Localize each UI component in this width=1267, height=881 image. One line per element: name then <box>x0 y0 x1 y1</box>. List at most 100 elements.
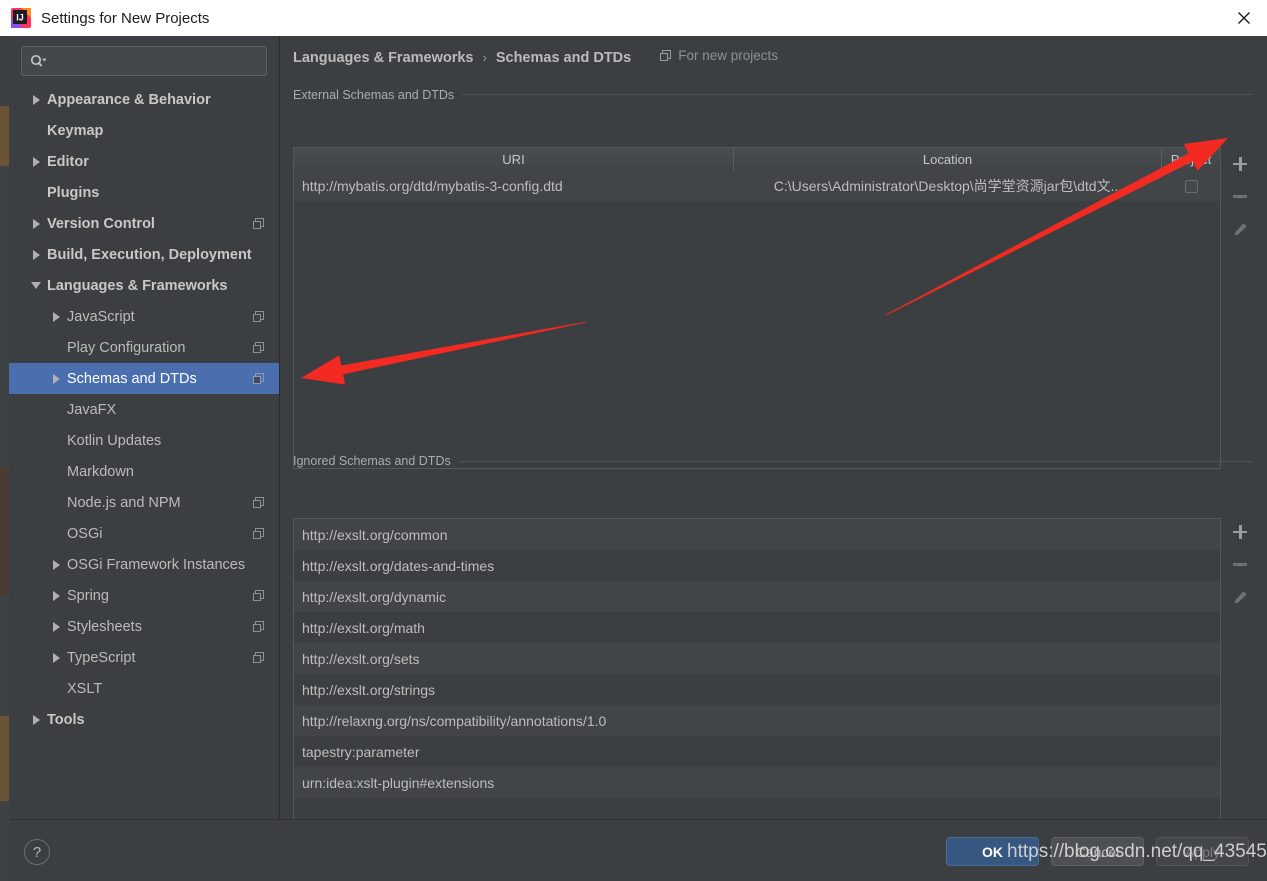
plus-icon <box>1233 156 1247 171</box>
sidebar-item-appearance-behavior[interactable]: Appearance & Behavior <box>9 84 279 115</box>
chevron-down-icon[interactable] <box>29 279 43 293</box>
group-divider <box>458 460 1253 462</box>
list-item[interactable]: http://exslt.org/strings <box>294 674 1220 705</box>
list-item[interactable]: http://exslt.org/math <box>294 612 1220 643</box>
chevron-right-icon[interactable] <box>49 310 63 324</box>
chevron-right-icon[interactable] <box>29 217 43 231</box>
list-item[interactable]: http://exslt.org/dates-and-times <box>294 550 1220 581</box>
sidebar-item-editor[interactable]: Editor <box>9 146 279 177</box>
chevron-right-icon[interactable] <box>29 155 43 169</box>
sidebar-item-typescript[interactable]: TypeScript <box>9 642 279 673</box>
external-schemas-toolbar <box>1226 147 1254 246</box>
sidebar-item-label: Build, Execution, Deployment <box>47 246 252 263</box>
column-header-uri[interactable]: URI <box>294 148 734 171</box>
sidebar-item-stylesheets[interactable]: Stylesheets <box>9 611 279 642</box>
twisty-placeholder <box>49 682 63 696</box>
twisty-placeholder <box>29 186 43 200</box>
sidebar-item-keymap[interactable]: Keymap <box>9 115 279 146</box>
sidebar-item-osgi-framework-instances[interactable]: OSGi Framework Instances <box>9 549 279 580</box>
project-checkbox[interactable] <box>1184 179 1198 193</box>
edit-ignored-schema-button[interactable] <box>1226 581 1254 614</box>
edit-external-schema-button[interactable] <box>1226 213 1254 246</box>
sidebar-item-spring[interactable]: Spring <box>9 580 279 611</box>
pencil-icon <box>1233 222 1248 237</box>
ignored-schemas-list: http://exslt.org/common http://exslt.org/… <box>293 518 1221 829</box>
list-item[interactable]: urn:idea:xslt-plugin#extensions <box>294 767 1220 798</box>
sidebar-item-osgi[interactable]: OSGi <box>9 518 279 549</box>
sidebar-item-markdown[interactable]: Markdown <box>9 456 279 487</box>
minus-icon <box>1233 195 1247 198</box>
chevron-right-icon[interactable] <box>49 589 63 603</box>
settings-main-panel: Languages & Frameworks › Schemas and DTD… <box>281 36 1267 829</box>
settings-tree: Appearance & Behavior Keymap Editor Plugins… <box>9 84 279 735</box>
remove-ignored-schema-button[interactable] <box>1226 548 1254 581</box>
column-header-location[interactable]: Location <box>734 148 1162 171</box>
copy-scope-icon <box>253 620 265 633</box>
sidebar-item-version-control[interactable]: Version Control <box>9 208 279 239</box>
breadcrumb-separator-icon: › <box>482 49 487 65</box>
chevron-right-icon[interactable] <box>49 620 63 634</box>
add-external-schema-button[interactable] <box>1226 147 1254 180</box>
sidebar-item-label: Editor <box>47 153 89 170</box>
search-input[interactable] <box>51 53 258 69</box>
chevron-right-icon[interactable] <box>49 558 63 572</box>
sidebar-item-label: Kotlin Updates <box>67 432 162 449</box>
scope-label: For new projects <box>678 48 779 63</box>
ignored-schemas-group-title: Ignored Schemas and DTDs <box>293 454 451 468</box>
sidebar-item-label: Languages & Frameworks <box>47 277 228 294</box>
sidebar-item-schemas-and-dtds[interactable]: Schemas and DTDs <box>9 363 279 394</box>
external-schemas-group-title: External Schemas and DTDs <box>293 87 455 102</box>
sidebar-item-node-js-and-npm[interactable]: Node.js and NPM <box>9 487 279 518</box>
window-title: Settings for New Projects <box>41 9 210 27</box>
twisty-placeholder <box>49 434 63 448</box>
sidebar-item-languages-frameworks[interactable]: Languages & Frameworks <box>9 270 279 301</box>
close-icon[interactable] <box>1221 0 1267 36</box>
ignored-schemas-toolbar <box>1226 515 1254 614</box>
external-schemas-table: URI Location Project http://mybatis.org/… <box>293 147 1221 469</box>
chevron-right-icon[interactable] <box>29 93 43 107</box>
sidebar-item-javafx[interactable]: JavaFX <box>9 394 279 425</box>
table-row[interactable]: http://mybatis.org/dtd/mybatis-3-config.… <box>294 171 1220 201</box>
sidebar-item-tools[interactable]: Tools <box>9 704 279 735</box>
sidebar-item-build-execution-deployment[interactable]: Build, Execution, Deployment <box>9 239 279 270</box>
sidebar-item-play-configuration[interactable]: Play Configuration <box>9 332 279 363</box>
sidebar-item-javascript[interactable]: JavaScript <box>9 301 279 332</box>
ignored-schema-label: http://exslt.org/dynamic <box>302 588 446 605</box>
copy-scope-icon <box>660 49 672 62</box>
settings-dialog: IJ Settings for New Projects Appearance … <box>0 0 1267 881</box>
ignored-schema-label: http://exslt.org/sets <box>302 650 420 667</box>
copy-scope-icon <box>253 372 265 385</box>
list-item[interactable]: tapestry:parameter <box>294 736 1220 767</box>
cell-project[interactable] <box>1162 171 1220 201</box>
help-button[interactable]: ? <box>24 839 50 865</box>
list-item[interactable]: http://relaxng.org/ns/compatibility/anno… <box>294 705 1220 736</box>
ignored-schemas-group-header: Ignored Schemas and DTDs <box>293 454 1253 468</box>
scope-indicator: For new projects <box>660 48 778 63</box>
chevron-right-icon[interactable] <box>49 372 63 386</box>
search-box[interactable] <box>21 46 267 76</box>
chevron-right-icon[interactable] <box>49 651 63 665</box>
twisty-placeholder <box>49 341 63 355</box>
breadcrumb-parent[interactable]: Languages & Frameworks <box>293 50 474 66</box>
sidebar-item-label: OSGi Framework Instances <box>67 556 246 573</box>
copy-scope-icon <box>253 310 265 323</box>
cell-uri: http://mybatis.org/dtd/mybatis-3-config.… <box>302 178 563 194</box>
sidebar-item-label: Stylesheets <box>67 618 142 635</box>
list-item[interactable]: http://exslt.org/dynamic <box>294 581 1220 612</box>
list-item[interactable]: http://exslt.org/sets <box>294 643 1220 674</box>
sidebar-item-label: Plugins <box>47 184 100 201</box>
sidebar-item-kotlin-updates[interactable]: Kotlin Updates <box>9 425 279 456</box>
ignored-schema-label: urn:idea:xslt-plugin#extensions <box>302 774 495 791</box>
remove-external-schema-button[interactable] <box>1226 180 1254 213</box>
chevron-right-icon[interactable] <box>29 713 43 727</box>
list-item[interactable]: http://exslt.org/common <box>294 519 1220 550</box>
ignored-schema-label: tapestry:parameter <box>302 743 420 760</box>
sidebar-item-xslt[interactable]: XSLT <box>9 673 279 704</box>
column-header-project[interactable]: Project <box>1162 148 1220 171</box>
watermark-text: https://blog.csdn.net/qq_43545801 <box>1007 841 1267 862</box>
twisty-placeholder <box>49 496 63 510</box>
sidebar-item-plugins[interactable]: Plugins <box>9 177 279 208</box>
add-ignored-schema-button[interactable] <box>1226 515 1254 548</box>
sidebar-item-label: JavaScript <box>67 308 135 325</box>
chevron-right-icon[interactable] <box>29 248 43 262</box>
